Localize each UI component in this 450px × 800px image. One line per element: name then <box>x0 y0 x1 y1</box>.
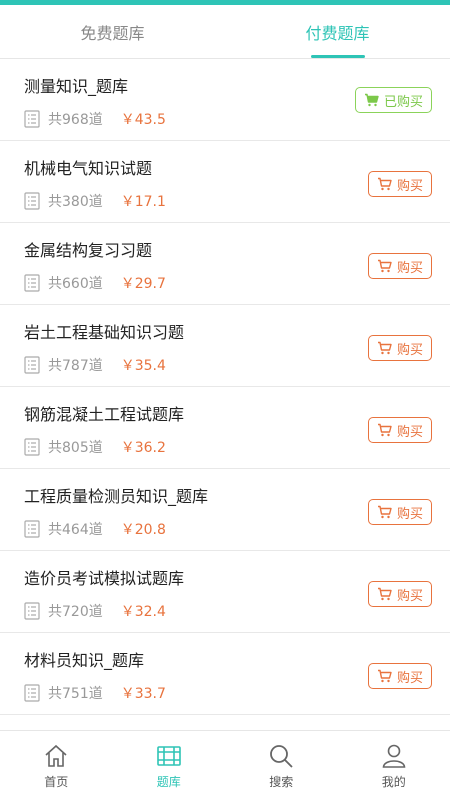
buy-button-label: 购买 <box>396 178 423 194</box>
tab-paid-bank[interactable]: 付费题库 <box>225 5 450 58</box>
cart-icon <box>377 177 392 191</box>
list-item[interactable]: 钢筋混凝土工程试题库共805道 ￥36.2 购买 <box>0 387 450 469</box>
cart-icon <box>377 505 392 519</box>
item-meta: 共380道 ￥17.1 <box>24 191 166 211</box>
item-meta: 共464道 ￥20.8 <box>24 519 166 539</box>
question-count: 共805道 <box>48 440 103 456</box>
item-meta: 共720道 ￥32.4 <box>24 601 166 621</box>
buy-button-label: 购买 <box>396 260 423 276</box>
buy-button-label: 购买 <box>396 670 423 686</box>
cart-icon <box>364 93 379 107</box>
document-icon <box>24 110 40 128</box>
buy-button[interactable]: 购买 <box>367 417 432 443</box>
buy-button[interactable]: 购买 <box>367 253 432 279</box>
item-title: 材料员知识_题库 <box>24 651 145 670</box>
nav-search[interactable]: 搜索 <box>225 731 338 800</box>
question-count: 共660道 <box>48 276 103 292</box>
list-item[interactable]: 工程质量检测员知识_题库共464道 ￥20.8 购买 <box>0 469 450 551</box>
question-count: 共968道 <box>48 112 103 128</box>
question-count: 共751道 <box>48 686 103 702</box>
item-meta: 共805道 ￥36.2 <box>24 437 166 457</box>
list-item[interactable]: 机械电气知识试题共380道 ￥17.1 购买 <box>0 141 450 223</box>
document-icon <box>24 192 40 210</box>
question-count: 共720道 <box>48 604 103 620</box>
question-bank-list: 测量知识_题库 共968道 ￥43.5 已购买机械电气知识试题共380道 ￥17.1 购买… <box>0 59 450 729</box>
item-title: 测量知识_题库 <box>24 77 129 96</box>
cart-icon <box>377 669 392 683</box>
item-price: ￥32.4 <box>120 604 166 620</box>
list-item[interactable]: 材料员知识_题库共751道 ￥33.7 购买 <box>0 633 450 715</box>
buy-button[interactable]: 购买 <box>367 499 432 525</box>
question-count: 共380道 <box>48 194 103 210</box>
list-item[interactable]: 金属结构复习习题共660道 ￥29.7 购买 <box>0 223 450 305</box>
nav-home[interactable]: 首页 <box>0 731 113 800</box>
item-price: ￥33.7 <box>120 686 166 702</box>
item-price: ￥29.7 <box>120 276 166 292</box>
buy-button[interactable]: 购买 <box>367 581 432 607</box>
list-item[interactable]: 造价员考试模拟试题库共720道 ￥32.4 购买 <box>0 551 450 633</box>
item-title: 钢筋混凝土工程试题库 <box>24 405 185 424</box>
search-icon <box>270 745 293 768</box>
buy-button-label: 购买 <box>396 424 423 440</box>
tab-free-bank[interactable]: 免费题库 <box>0 5 225 58</box>
nav-search-label: 搜索 <box>269 775 294 789</box>
nav-question-bank-label: 题库 <box>156 775 181 789</box>
user-icon <box>382 744 406 768</box>
item-price: ￥36.2 <box>120 440 166 456</box>
question-count: 共464道 <box>48 522 103 538</box>
buy-button-label: 购买 <box>396 506 423 522</box>
item-meta: 共751道 ￥33.7 <box>24 683 166 703</box>
document-icon <box>24 684 40 702</box>
nav-home-label: 首页 <box>44 775 69 789</box>
item-price: ￥43.5 <box>120 112 166 128</box>
buy-button[interactable]: 购买 <box>367 663 432 689</box>
document-icon <box>24 438 40 456</box>
item-price: ￥35.4 <box>120 358 166 374</box>
item-price: ￥20.8 <box>120 522 166 538</box>
cart-icon <box>377 587 392 601</box>
item-meta: 共787道 ￥35.4 <box>24 355 166 375</box>
list-item[interactable]: 测量知识_题库 共968道 ￥43.5 已购买 <box>0 59 450 141</box>
question-bank-icon <box>156 746 181 766</box>
buy-button-label: 购买 <box>396 588 423 604</box>
nav-question-bank[interactable]: 题库 <box>113 731 226 800</box>
buy-button-label: 已购买 <box>383 94 423 110</box>
item-title: 造价员考试模拟试题库 <box>24 569 185 588</box>
item-price: ￥17.1 <box>120 194 166 210</box>
document-icon <box>24 520 40 538</box>
item-meta: 共660道 ￥29.7 <box>24 273 166 293</box>
buy-button[interactable]: 购买 <box>367 335 432 361</box>
document-icon <box>24 274 40 292</box>
nav-profile-label: 我的 <box>381 775 406 789</box>
item-title: 工程质量检测员知识_题库 <box>24 487 209 506</box>
item-title: 机械电气知识试题 <box>24 159 153 178</box>
cart-icon <box>377 423 392 437</box>
item-title: 金属结构复习习题 <box>24 241 153 260</box>
cart-icon <box>377 259 392 273</box>
question-count: 共787道 <box>48 358 103 374</box>
list-item[interactable]: 岩土工程基础知识习题共787道 ￥35.4 购买 <box>0 305 450 387</box>
home-icon <box>45 744 67 767</box>
cart-icon <box>377 341 392 355</box>
buy-button-label: 购买 <box>396 342 423 358</box>
tab-bar: 免费题库 付费题库 <box>0 5 450 59</box>
document-icon <box>24 356 40 374</box>
item-meta: 共968道 ￥43.5 <box>24 109 166 129</box>
purchased-button[interactable]: 已购买 <box>354 87 432 113</box>
bottom-nav: 首页 题库 搜索 我的 <box>0 730 450 800</box>
nav-profile[interactable]: 我的 <box>338 731 450 800</box>
document-icon <box>24 602 40 620</box>
buy-button[interactable]: 购买 <box>367 171 432 197</box>
item-title: 岩土工程基础知识习题 <box>24 323 185 342</box>
